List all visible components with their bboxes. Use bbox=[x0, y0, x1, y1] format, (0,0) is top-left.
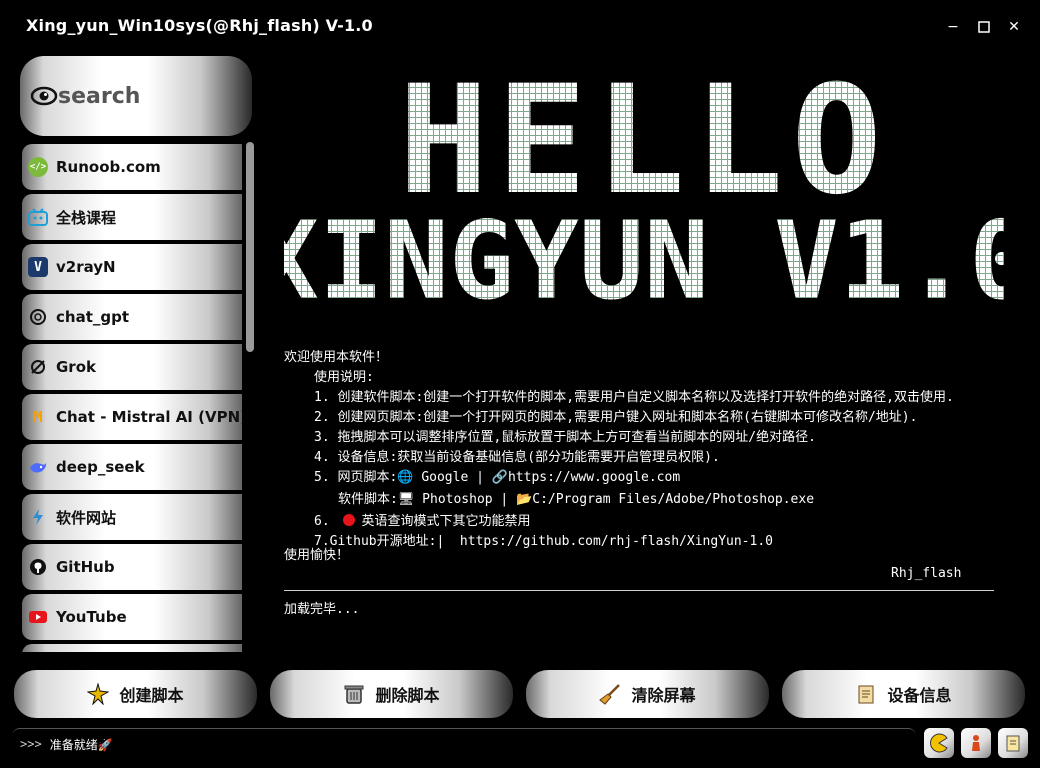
sidebar-item-chat-gpt[interactable]: chat_gpt bbox=[22, 294, 242, 340]
sidebar-item-software-site[interactable]: 软件网站 bbox=[22, 494, 242, 540]
device-info-button[interactable]: 设备信息 bbox=[782, 670, 1025, 718]
mistral-icon: M bbox=[33, 408, 43, 426]
scroll-icon bbox=[858, 685, 874, 704]
github-icon bbox=[28, 557, 48, 577]
sidebar-item-label: deep_seek bbox=[56, 458, 145, 476]
author-text: Rhj_flash bbox=[891, 566, 962, 581]
grok-icon bbox=[28, 357, 48, 377]
minimize-button[interactable]: − bbox=[942, 16, 964, 38]
pacman-icon bbox=[930, 733, 948, 753]
sidebar-item-github[interactable]: GitHub bbox=[22, 544, 242, 590]
sidebar-item-label: GitHub bbox=[56, 558, 115, 576]
usage-line-5b: 软件脚本:🖥 Photoshop | 📂C:/Program Files/Ado… bbox=[284, 490, 1004, 510]
create-script-button[interactable]: 创建脚本 bbox=[14, 670, 257, 718]
line5b-path: C:/Program Files/Adobe/Photoshop.exe bbox=[532, 492, 815, 507]
sidebar-script-list[interactable]: </> Runoob.com 全栈课程 V v2rayN chat_gpt Gr… bbox=[20, 142, 242, 652]
sidebar-item-label: chat_gpt bbox=[56, 308, 130, 326]
sidebar-item-label: YouTube bbox=[56, 608, 127, 626]
sidebar-item-grok[interactable]: Grok bbox=[22, 344, 242, 390]
usage-line-4: 4. 设备信息:获取当前设备基础信息(部分功能需要开启管理员权限). bbox=[314, 450, 720, 465]
line6-text: 英语查询模式下其它功能禁用 bbox=[361, 514, 531, 529]
console-status: 准备就绪🚀 bbox=[49, 737, 113, 752]
hello-banner: HELLO XINGYUN_V1.0 bbox=[284, 70, 1004, 310]
line6-num: 6. bbox=[314, 514, 330, 529]
sidebar-item-runoob[interactable]: </> Runoob.com bbox=[22, 144, 242, 190]
link-icon: 🔗 bbox=[491, 470, 508, 485]
usage-line-1: 1. 创建软件脚本:创建一个打开软件的脚本,需要用户自定义脚本名称以及选择打开软… bbox=[314, 390, 954, 405]
sidebar-item-label: 全栈课程 bbox=[56, 208, 117, 227]
divider bbox=[284, 590, 994, 591]
broom-icon bbox=[599, 684, 621, 705]
sparkle-icon bbox=[87, 683, 110, 705]
globe-icon: 🌐 bbox=[397, 470, 414, 485]
v2rayn-icon: V bbox=[28, 257, 48, 277]
runoob-icon: </> bbox=[28, 157, 48, 177]
create-script-label: 创建脚本 bbox=[119, 686, 184, 705]
sidebar-scrollbar[interactable] bbox=[246, 142, 254, 352]
usage-line-2: 2. 创建网页脚本:创建一个打开网页的脚本,需要用户键入网址和脚本名称(右键脚本… bbox=[314, 410, 918, 425]
instructions-panel: 欢迎使用本软件！ 使用说明: 1. 创建软件脚本:创建一个打开软件的脚本,需要用… bbox=[284, 348, 1004, 584]
english-query-button[interactable] bbox=[998, 728, 1028, 758]
sidebar-item-deepseek[interactable]: deep_seek bbox=[22, 444, 242, 490]
title-bar: Xing_yun_Win10sys(@Rhj_flash) V-1.0 − ✕ bbox=[0, 0, 1040, 56]
console-input[interactable]: >>> 准备就绪🚀 bbox=[12, 728, 916, 759]
clear-screen-button[interactable]: 清除屏幕 bbox=[526, 670, 769, 718]
device-info-label: 设备信息 bbox=[887, 686, 952, 705]
chess-piece-icon bbox=[972, 735, 980, 751]
sidebar-item-label: v2rayN bbox=[56, 258, 116, 276]
line5b-prefix: 软件脚本: bbox=[338, 492, 398, 507]
monitor-icon: 🖥 bbox=[397, 492, 415, 507]
sidebar-item-partial[interactable] bbox=[22, 644, 242, 652]
usage-line-5: 5. 网页脚本:🌐 Google | 🔗https://www.google.c… bbox=[284, 468, 1004, 488]
software-site-icon bbox=[28, 507, 48, 527]
youtube-icon bbox=[28, 607, 48, 627]
sidebar-item-label: Grok bbox=[56, 358, 96, 376]
usage-line-6: 6. 英语查询模式下其它功能禁用 bbox=[284, 512, 1004, 532]
usage-title: 使用说明: bbox=[314, 370, 374, 385]
usage-line-3: 3. 拖拽脚本可以调整排序位置,鼠标放置于脚本上方可查看当前脚本的网址/绝对路径… bbox=[314, 430, 816, 445]
note-icon bbox=[1006, 735, 1020, 752]
deepseek-icon bbox=[28, 457, 48, 477]
line5-url: https://www.google.com bbox=[507, 470, 681, 485]
game-button[interactable] bbox=[961, 728, 991, 758]
openai-icon bbox=[28, 307, 48, 327]
line5b-name: Photoshop | bbox=[414, 492, 517, 507]
window-title: Xing_yun_Win10sys(@Rhj_flash) V-1.0 bbox=[26, 16, 373, 35]
trash-icon bbox=[344, 685, 364, 704]
sidebar-item-label: 软件网站 bbox=[56, 508, 117, 527]
delete-script-button[interactable]: 删除脚本 bbox=[270, 670, 513, 718]
maximize-icon bbox=[978, 21, 990, 33]
clear-screen-label: 清除屏幕 bbox=[631, 686, 696, 705]
bilibili-icon bbox=[28, 207, 48, 227]
eye-icon bbox=[30, 86, 58, 106]
banner-line2: XINGYUN_V1.0 bbox=[284, 199, 1004, 310]
maximize-button[interactable] bbox=[973, 16, 995, 38]
folder-icon: 📂 bbox=[516, 492, 533, 507]
welcome-text: 欢迎使用本软件！ bbox=[284, 350, 389, 365]
red-dot-icon bbox=[343, 514, 356, 526]
line5-prefix: 5. 网页脚本: bbox=[314, 470, 398, 485]
search-box[interactable]: search bbox=[20, 56, 252, 136]
sidebar-item-mistral[interactable]: M Chat - Mistral AI (VPN) bbox=[22, 394, 242, 440]
delete-script-label: 删除脚本 bbox=[375, 686, 440, 705]
sidebar-item-label: Runoob.com bbox=[56, 158, 161, 176]
sidebar-item-label: Chat - Mistral AI (VPN) bbox=[56, 408, 242, 426]
line5-name: Google | bbox=[413, 470, 492, 485]
search-placeholder: search bbox=[58, 83, 141, 109]
sidebar-item-youtube[interactable]: YouTube bbox=[22, 594, 242, 640]
loaded-status: 加载完毕... bbox=[284, 602, 360, 617]
close-button[interactable]: ✕ bbox=[1003, 16, 1025, 38]
console-prompt: >>> bbox=[20, 737, 42, 751]
pacman-button[interactable] bbox=[924, 728, 954, 758]
sidebar-item-v2rayn[interactable]: V v2rayN bbox=[22, 244, 242, 290]
sidebar-item-fullstack-course[interactable]: 全栈课程 bbox=[22, 194, 242, 240]
